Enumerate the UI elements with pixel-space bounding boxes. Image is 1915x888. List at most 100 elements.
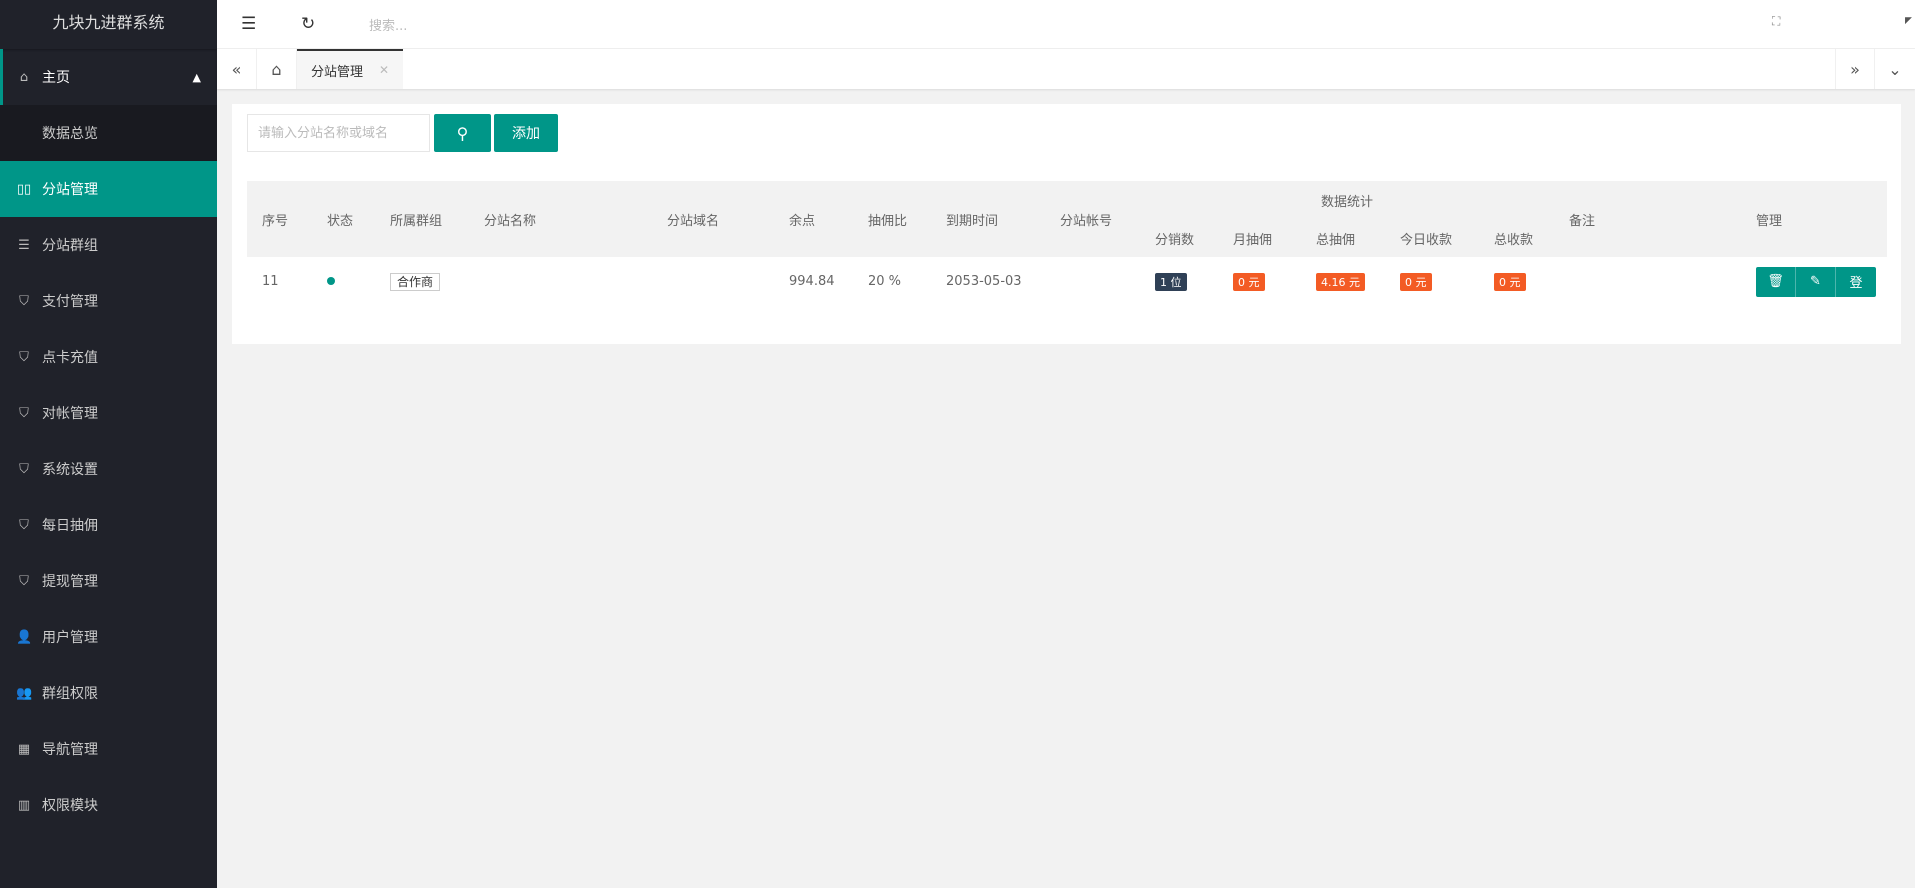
cell-name <box>469 257 652 306</box>
columns-icon: ▯▯ <box>16 181 32 197</box>
sidebar-item-label: 系统设置 <box>42 462 98 478</box>
search-button[interactable]: ⚲ <box>434 114 491 152</box>
col-account: 分站帐号 <box>1045 181 1140 257</box>
sidebar-item-label: 导航管理 <box>42 742 98 758</box>
today-income-badge: 0 元 <box>1400 272 1432 291</box>
cell-account <box>1045 257 1140 306</box>
sidebar: 九块九进群系统 ⌂ 主页 ▲ 数据总览 ▯▯ 分站管理 ☰ 分站群组 ⛉ 支付管理 ⛉ 点卡充值 ⛉ 对帐… <box>0 0 217 888</box>
col-data-stats: 数据统计 <box>1140 181 1554 219</box>
col-points: 余点 <box>774 181 853 257</box>
table-row: 11 合作商 994.84 20 % 2053-05-03 1 位 0 元 4.… <box>247 257 1887 306</box>
fullscreen-icon[interactable]: ⛶ <box>1772 14 1780 29</box>
col-status: 状态 <box>312 181 375 257</box>
col-name: 分站名称 <box>469 181 652 257</box>
col-manage: 管理 <box>1741 181 1887 257</box>
col-domain: 分站域名 <box>652 181 774 257</box>
search-input[interactable] <box>247 114 430 152</box>
home-tab-icon[interactable]: ⌂ <box>257 49 297 89</box>
sidebar-item-label: 对帐管理 <box>42 406 98 422</box>
shield-check-icon: ⛉ <box>19 573 29 589</box>
cell-remark <box>1554 257 1741 306</box>
tab-bar: « ⌂ 分站管理 ✕ » ⌄ <box>217 49 1915 89</box>
cell-domain <box>652 257 774 306</box>
edit-button[interactable]: ✎ <box>1796 266 1836 297</box>
sidebar-item-12[interactable]: ▦ 导航管理 <box>0 721 217 777</box>
app-logo: 九块九进群系统 <box>0 0 217 49</box>
grid-icon: ▥ <box>17 797 31 813</box>
sidebar-item-label: 点卡充值 <box>42 350 98 366</box>
content-card: ⚲ 添加 序号 状态 所属群组 分站名称 分站域名 余点 抽佣比 到期时间 分站… <box>232 104 1901 344</box>
trash-icon: 🗑 <box>1767 274 1784 289</box>
shield-check-icon: ⛉ <box>19 405 29 421</box>
sidebar-item-label: 分站管理 <box>42 182 98 198</box>
monthly-commission-badge: 0 元 <box>1233 272 1265 291</box>
sidebar-item-2[interactable]: ▯▯ 分站管理 <box>0 161 217 217</box>
distributors-badge: 1 位 <box>1155 272 1187 291</box>
close-icon[interactable]: ✕ <box>379 63 389 77</box>
sidebar-item-label: 每日抽佣 <box>42 518 98 534</box>
sidebar-item-label: 主页 <box>42 70 70 86</box>
nav-icon: ▦ <box>17 741 31 757</box>
col-remark: 备注 <box>1554 181 1741 257</box>
sidebar-item-0[interactable]: ⌂ 主页 ▲ <box>0 49 217 105</box>
shield-check-icon: ⛉ <box>19 461 29 477</box>
sidebar-item-3[interactable]: ☰ 分站群组 <box>0 217 217 273</box>
sidebar-item-label: 权限模块 <box>42 798 98 814</box>
header-search[interactable]: 搜索... <box>369 15 407 34</box>
shield-check-icon: ⛉ <box>19 517 29 533</box>
total-income-badge: 0 元 <box>1494 272 1526 291</box>
col-expire: 到期时间 <box>931 181 1045 257</box>
cell-expire: 2053-05-03 <box>946 274 1022 289</box>
cell-points: 994.84 <box>789 274 835 289</box>
home-icon: ⌂ <box>19 69 29 85</box>
sidebar-item-10[interactable]: 👤 用户管理 <box>0 609 217 665</box>
sidebar-item-6[interactable]: ⛉ 对帐管理 <box>0 385 217 441</box>
sidebar-item-label: 用户管理 <box>42 630 98 646</box>
tab-label: 分站管理 <box>311 64 364 80</box>
sidebar-nav: ⌂ 主页 ▲ 数据总览 ▯▯ 分站管理 ☰ 分站群组 ⛉ 支付管理 ⛉ 点卡充值 ⛉ 对帐管理 ⛉ 系统设置 ⛉… <box>0 49 217 833</box>
delete-button[interactable]: 🗑 <box>1756 266 1796 297</box>
user-dropdown-icon[interactable]: ◤ <box>1905 16 1912 26</box>
sliders-icon: ☰ <box>18 237 30 253</box>
tabs-scroll-right-icon[interactable]: » <box>1835 49 1875 89</box>
sidebar-item-label: 支付管理 <box>42 294 98 310</box>
sidebar-item-4[interactable]: ⛉ 支付管理 <box>0 273 217 329</box>
group-tag: 合作商 <box>390 273 441 291</box>
cell-ratio: 20 % <box>868 274 902 289</box>
sidebar-item-label: 群组权限 <box>42 686 98 702</box>
sidebar-item-9[interactable]: ⛉ 提现管理 <box>0 553 217 609</box>
menu-toggle-icon[interactable]: ☰ <box>241 14 256 34</box>
search-icon: ⚲ <box>456 123 469 143</box>
sidebar-item-label: 分站群组 <box>42 238 98 254</box>
sidebar-item-11[interactable]: 👥 群组权限 <box>0 665 217 721</box>
col-today-income: 今日收款 <box>1385 219 1479 257</box>
users-icon: 👥 <box>16 685 33 701</box>
total-commission-badge: 4.16 元 <box>1316 272 1365 291</box>
shield-check-icon: ⛉ <box>19 293 29 309</box>
sidebar-item-5[interactable]: ⛉ 点卡充值 <box>0 329 217 385</box>
user-icon: 👤 <box>16 629 33 645</box>
add-button[interactable]: 添加 <box>494 114 558 152</box>
col-group: 所属群组 <box>375 181 469 257</box>
sidebar-item-13[interactable]: ▥ 权限模块 <box>0 777 217 833</box>
col-monthly-commission: 月抽佣 <box>1218 219 1301 257</box>
refresh-icon[interactable]: ↻ <box>301 14 315 34</box>
cell-id: 11 <box>262 274 279 289</box>
tabs-scroll-left-icon[interactable]: « <box>217 49 257 89</box>
col-total-income: 总收款 <box>1479 219 1554 257</box>
top-header: ☰ ↻ 搜索... ⛶ ◤ <box>217 0 1915 49</box>
col-distributors: 分销数 <box>1140 219 1218 257</box>
sidebar-item-label: 数据总览 <box>42 126 98 142</box>
tab-substation-management[interactable]: 分站管理 ✕ <box>297 49 404 89</box>
col-total-commission: 总抽佣 <box>1301 219 1385 257</box>
chevron-down-icon[interactable]: ⌄ <box>1875 49 1915 89</box>
caret-up-icon[interactable]: ▲ <box>193 71 201 84</box>
sidebar-item-label: 提现管理 <box>42 574 98 590</box>
sidebar-item-7[interactable]: ⛉ 系统设置 <box>0 441 217 497</box>
col-ratio: 抽佣比 <box>853 181 931 257</box>
shield-check-icon: ⛉ <box>19 349 29 365</box>
sidebar-item-8[interactable]: ⛉ 每日抽佣 <box>0 497 217 553</box>
sidebar-item-1[interactable]: 数据总览 <box>0 105 217 161</box>
col-id: 序号 <box>247 181 312 257</box>
login-button[interactable]: 登 <box>1836 266 1876 297</box>
